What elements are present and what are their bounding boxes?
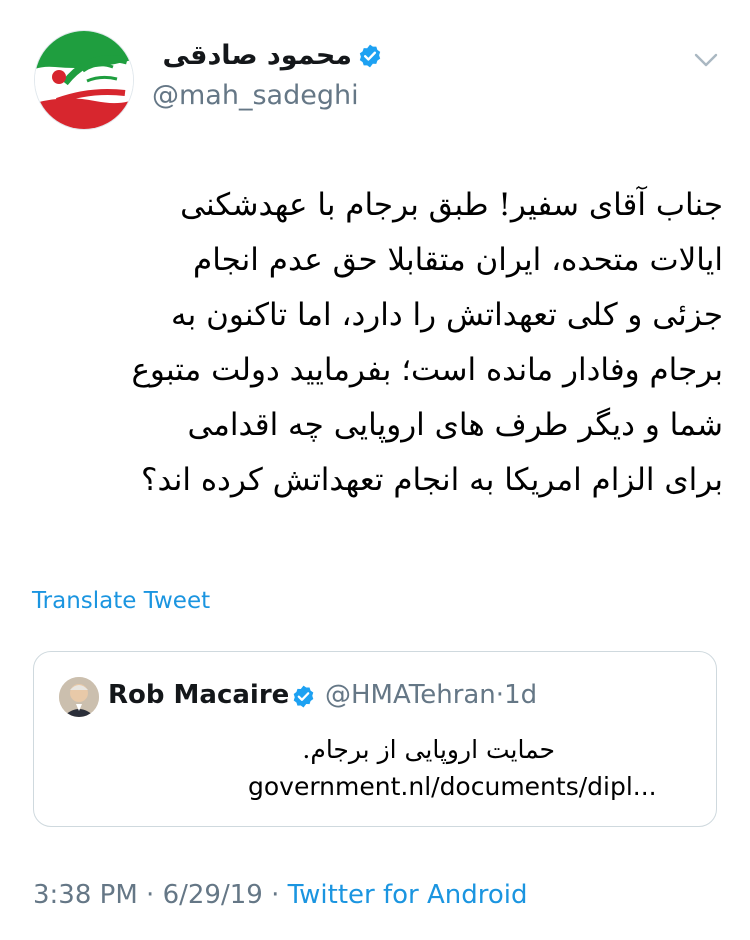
quoted-tweet-link[interactable]: government.nl/documents/dipl... — [248, 772, 657, 801]
avatar-flag-logo — [35, 31, 133, 129]
chevron-down-icon[interactable] — [693, 50, 719, 70]
translate-tweet-link[interactable]: Translate Tweet — [32, 588, 210, 614]
tweet-text: جناب آقای سفیر! طبق برجام با عهدشکنی ایا… — [30, 178, 723, 508]
tweet-line: شما و دیگر طرف های اروپایی چه اقدامی — [187, 407, 723, 443]
quoted-avatar-photo — [59, 677, 99, 717]
verified-badge-icon — [293, 685, 314, 708]
separator-dot: · — [146, 880, 155, 910]
quoted-author-avatar — [59, 677, 99, 717]
author-display-name[interactable]: محمود صادقی — [162, 40, 352, 71]
verified-badge-icon — [359, 44, 381, 68]
tweet-time[interactable]: 3:38 PM — [33, 880, 138, 910]
tweet-meta: 3:38 PM · 6/29/19 · Twitter for Android — [33, 880, 528, 910]
tweet-line: جزئی و کلی تعهداتش را دارد، اما تاکنون ب… — [171, 297, 723, 333]
tweet-line: ایالات متحده، ایران متقابلا حق عدم انجام — [193, 242, 723, 278]
separator-dot: · — [495, 680, 505, 710]
quoted-author-meta: @HMATehran·1d — [325, 680, 537, 710]
quoted-tweet-text: حمایت اروپایی از برجام. — [302, 735, 555, 764]
tweet-date[interactable]: 6/29/19 — [163, 880, 263, 910]
quoted-author-handle: @HMATehran — [325, 680, 496, 710]
tweet-line: برای الزام امریکا به انجام تعهداتش کرده … — [141, 462, 723, 498]
tweet-line: جناب آقای سفیر! طبق برجام با عهدشکنی — [180, 187, 723, 223]
tweet-line: برجام وفادار مانده است؛ بفرمایید دولت مت… — [131, 352, 723, 388]
quoted-tweet-time: 1d — [504, 680, 538, 710]
quoted-author-name: Rob Macaire — [108, 680, 290, 710]
avatar[interactable] — [34, 30, 134, 130]
tweet-source-link[interactable]: Twitter for Android — [288, 880, 528, 910]
author-handle[interactable]: @mah_sadeghi — [152, 80, 359, 111]
separator-dot: · — [271, 880, 280, 910]
